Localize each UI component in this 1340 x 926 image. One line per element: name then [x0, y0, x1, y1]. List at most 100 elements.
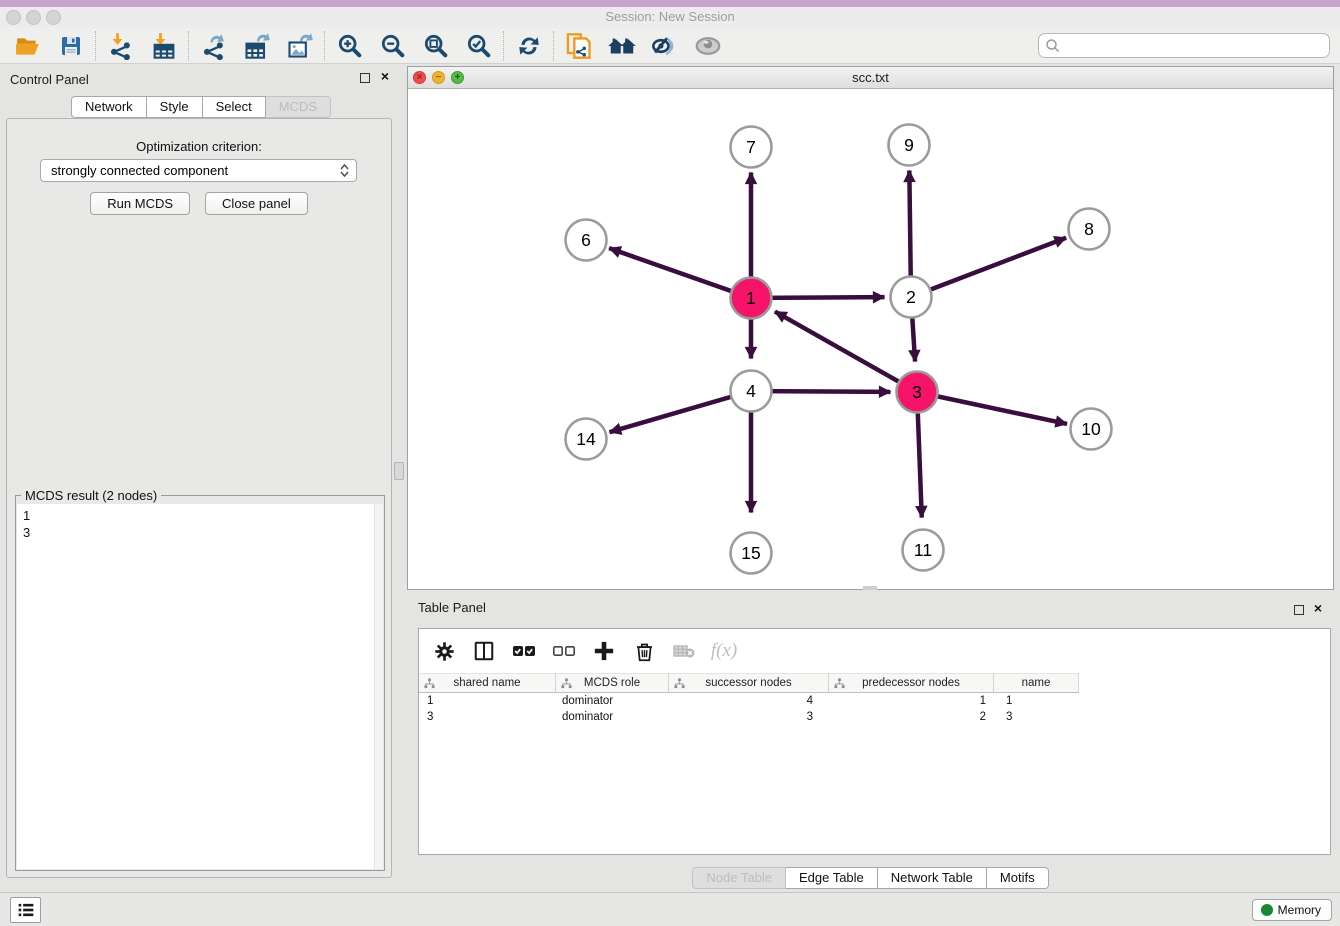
open-session-icon[interactable] [6, 30, 49, 62]
graph-node-2[interactable]: 2 [891, 277, 932, 318]
table-panel: Table Panel × [407, 596, 1334, 892]
import-table-icon[interactable] [142, 30, 185, 62]
export-network-icon[interactable] [192, 30, 235, 62]
tab-node-table[interactable]: Node Table [692, 867, 786, 889]
toolbar-separator [188, 31, 189, 61]
edge-3-10[interactable] [917, 392, 1067, 424]
network-title: scc.txt [408, 70, 1333, 85]
mcds-result-list[interactable]: 13 [17, 504, 383, 869]
column-header-shared-name[interactable]: shared name [419, 673, 556, 693]
edge-1-6[interactable] [609, 248, 751, 298]
tab-network[interactable]: Network [71, 96, 147, 118]
table-cell: dominator [556, 693, 669, 709]
result-line: 3 [23, 524, 377, 541]
table-cell: 1 [994, 693, 1079, 709]
column-header-MCDS-role[interactable]: MCDS role [556, 673, 669, 693]
memory-button[interactable]: Memory [1252, 899, 1332, 921]
show-eye-icon[interactable] [686, 30, 729, 62]
graph-node-11[interactable]: 11 [903, 530, 944, 571]
network-file-icon[interactable] [557, 30, 600, 62]
table-cell: 1 [419, 693, 556, 709]
memory-status-icon [1261, 904, 1273, 916]
home-icon[interactable] [600, 30, 643, 62]
close-panel-icon[interactable]: × [381, 68, 389, 84]
network-frame-titlebar[interactable]: × − + scc.txt [408, 67, 1333, 89]
mcds-result-group: MCDS result (2 nodes) 13 [15, 495, 385, 871]
svg-text:14: 14 [576, 429, 596, 449]
delete-icon[interactable] [631, 638, 657, 664]
function-builder-icon[interactable]: f(x) [711, 638, 737, 664]
zoom-fit-icon[interactable] [414, 30, 457, 62]
optimization-label: Optimization criterion: [7, 139, 391, 154]
control-panel-title: Control Panel [10, 72, 89, 87]
tab-motifs[interactable]: Motifs [987, 867, 1049, 889]
svg-text:2: 2 [906, 287, 916, 307]
panel-splitter-handle[interactable] [394, 462, 404, 480]
graph-node-6[interactable]: 6 [566, 220, 607, 261]
save-session-icon[interactable] [49, 30, 92, 62]
zoom-selected-icon[interactable] [457, 30, 500, 62]
graph-node-1[interactable]: 1 [731, 278, 772, 319]
column-header-successor-nodes[interactable]: successor nodes [669, 673, 829, 693]
unselect-all-icon[interactable] [551, 638, 577, 664]
graph-node-10[interactable]: 10 [1071, 409, 1112, 450]
zoom-in-icon[interactable] [328, 30, 371, 62]
node-table-box: f(x) shared nameMCDS rolesuccessor nodes… [418, 628, 1331, 855]
svg-text:4: 4 [746, 381, 756, 401]
columns-icon[interactable] [471, 638, 497, 664]
zoom-out-icon[interactable] [371, 30, 414, 62]
search-input[interactable] [1061, 36, 1329, 56]
task-history-button[interactable] [10, 897, 41, 923]
float-table-panel-icon[interactable] [1294, 605, 1304, 615]
graph-node-15[interactable]: 15 [731, 533, 772, 574]
graph-node-9[interactable]: 9 [889, 125, 930, 166]
run-mcds-button[interactable]: Run MCDS [90, 192, 190, 215]
float-panel-icon[interactable] [360, 73, 370, 83]
table-row[interactable]: 1dominator411 [419, 693, 1079, 709]
graph-node-7[interactable]: 7 [731, 127, 772, 168]
import-network-icon[interactable] [99, 30, 142, 62]
svg-text:11: 11 [914, 540, 932, 560]
edge-4-14[interactable] [610, 391, 751, 432]
graph-node-14[interactable]: 14 [566, 419, 607, 460]
search-box[interactable] [1038, 33, 1330, 58]
graph-node-8[interactable]: 8 [1069, 209, 1110, 250]
toolbar-separator [95, 31, 96, 61]
gear-icon[interactable] [431, 638, 457, 664]
column-header-predecessor-nodes[interactable]: predecessor nodes [829, 673, 994, 693]
svg-text:3: 3 [912, 382, 922, 402]
result-scrollbar[interactable] [374, 504, 383, 869]
refresh-layout-icon[interactable] [507, 30, 550, 62]
mcds-panel: Optimization criterion: strongly connect… [6, 118, 392, 878]
export-table-icon[interactable] [235, 30, 278, 62]
tab-edge-table[interactable]: Edge Table [786, 867, 878, 889]
select-all-icon[interactable] [511, 638, 537, 664]
tab-style[interactable]: Style [147, 96, 203, 118]
table-cell: 3 [669, 709, 829, 725]
dropdown-stepper-icon [340, 164, 349, 177]
column-header-name[interactable]: name [994, 673, 1079, 693]
table-cell: 3 [994, 709, 1079, 725]
tab-select[interactable]: Select [203, 96, 266, 118]
export-image-icon[interactable] [278, 30, 321, 62]
edge-2-8[interactable] [911, 238, 1066, 297]
table-cell: 1 [829, 693, 994, 709]
network-resize-handle[interactable] [863, 586, 877, 590]
edge-3-1[interactable] [775, 312, 917, 392]
delete-table-icon[interactable] [671, 638, 697, 664]
network-graph: 7 9 6 8 1 2 4 3 14 10 15 11 [408, 89, 1333, 589]
close-table-panel-icon[interactable]: × [1314, 600, 1322, 616]
search-icon [1045, 38, 1061, 54]
network-canvas[interactable]: 7 9 6 8 1 2 4 3 14 10 15 11 [408, 89, 1333, 589]
graph-node-4[interactable]: 4 [731, 371, 772, 412]
optimization-dropdown[interactable]: strongly connected component [40, 159, 357, 182]
status-bar: Memory [0, 892, 1340, 926]
close-panel-button[interactable]: Close panel [205, 192, 308, 215]
tab-network-table[interactable]: Network Table [878, 867, 987, 889]
graph-node-3[interactable]: 3 [897, 372, 938, 413]
tab-mcds[interactable]: MCDS [266, 96, 331, 118]
hide-eye-icon[interactable] [643, 30, 686, 62]
window-top-strip [0, 0, 1340, 7]
add-icon[interactable] [591, 638, 617, 664]
table-row[interactable]: 3dominator323 [419, 709, 1079, 725]
